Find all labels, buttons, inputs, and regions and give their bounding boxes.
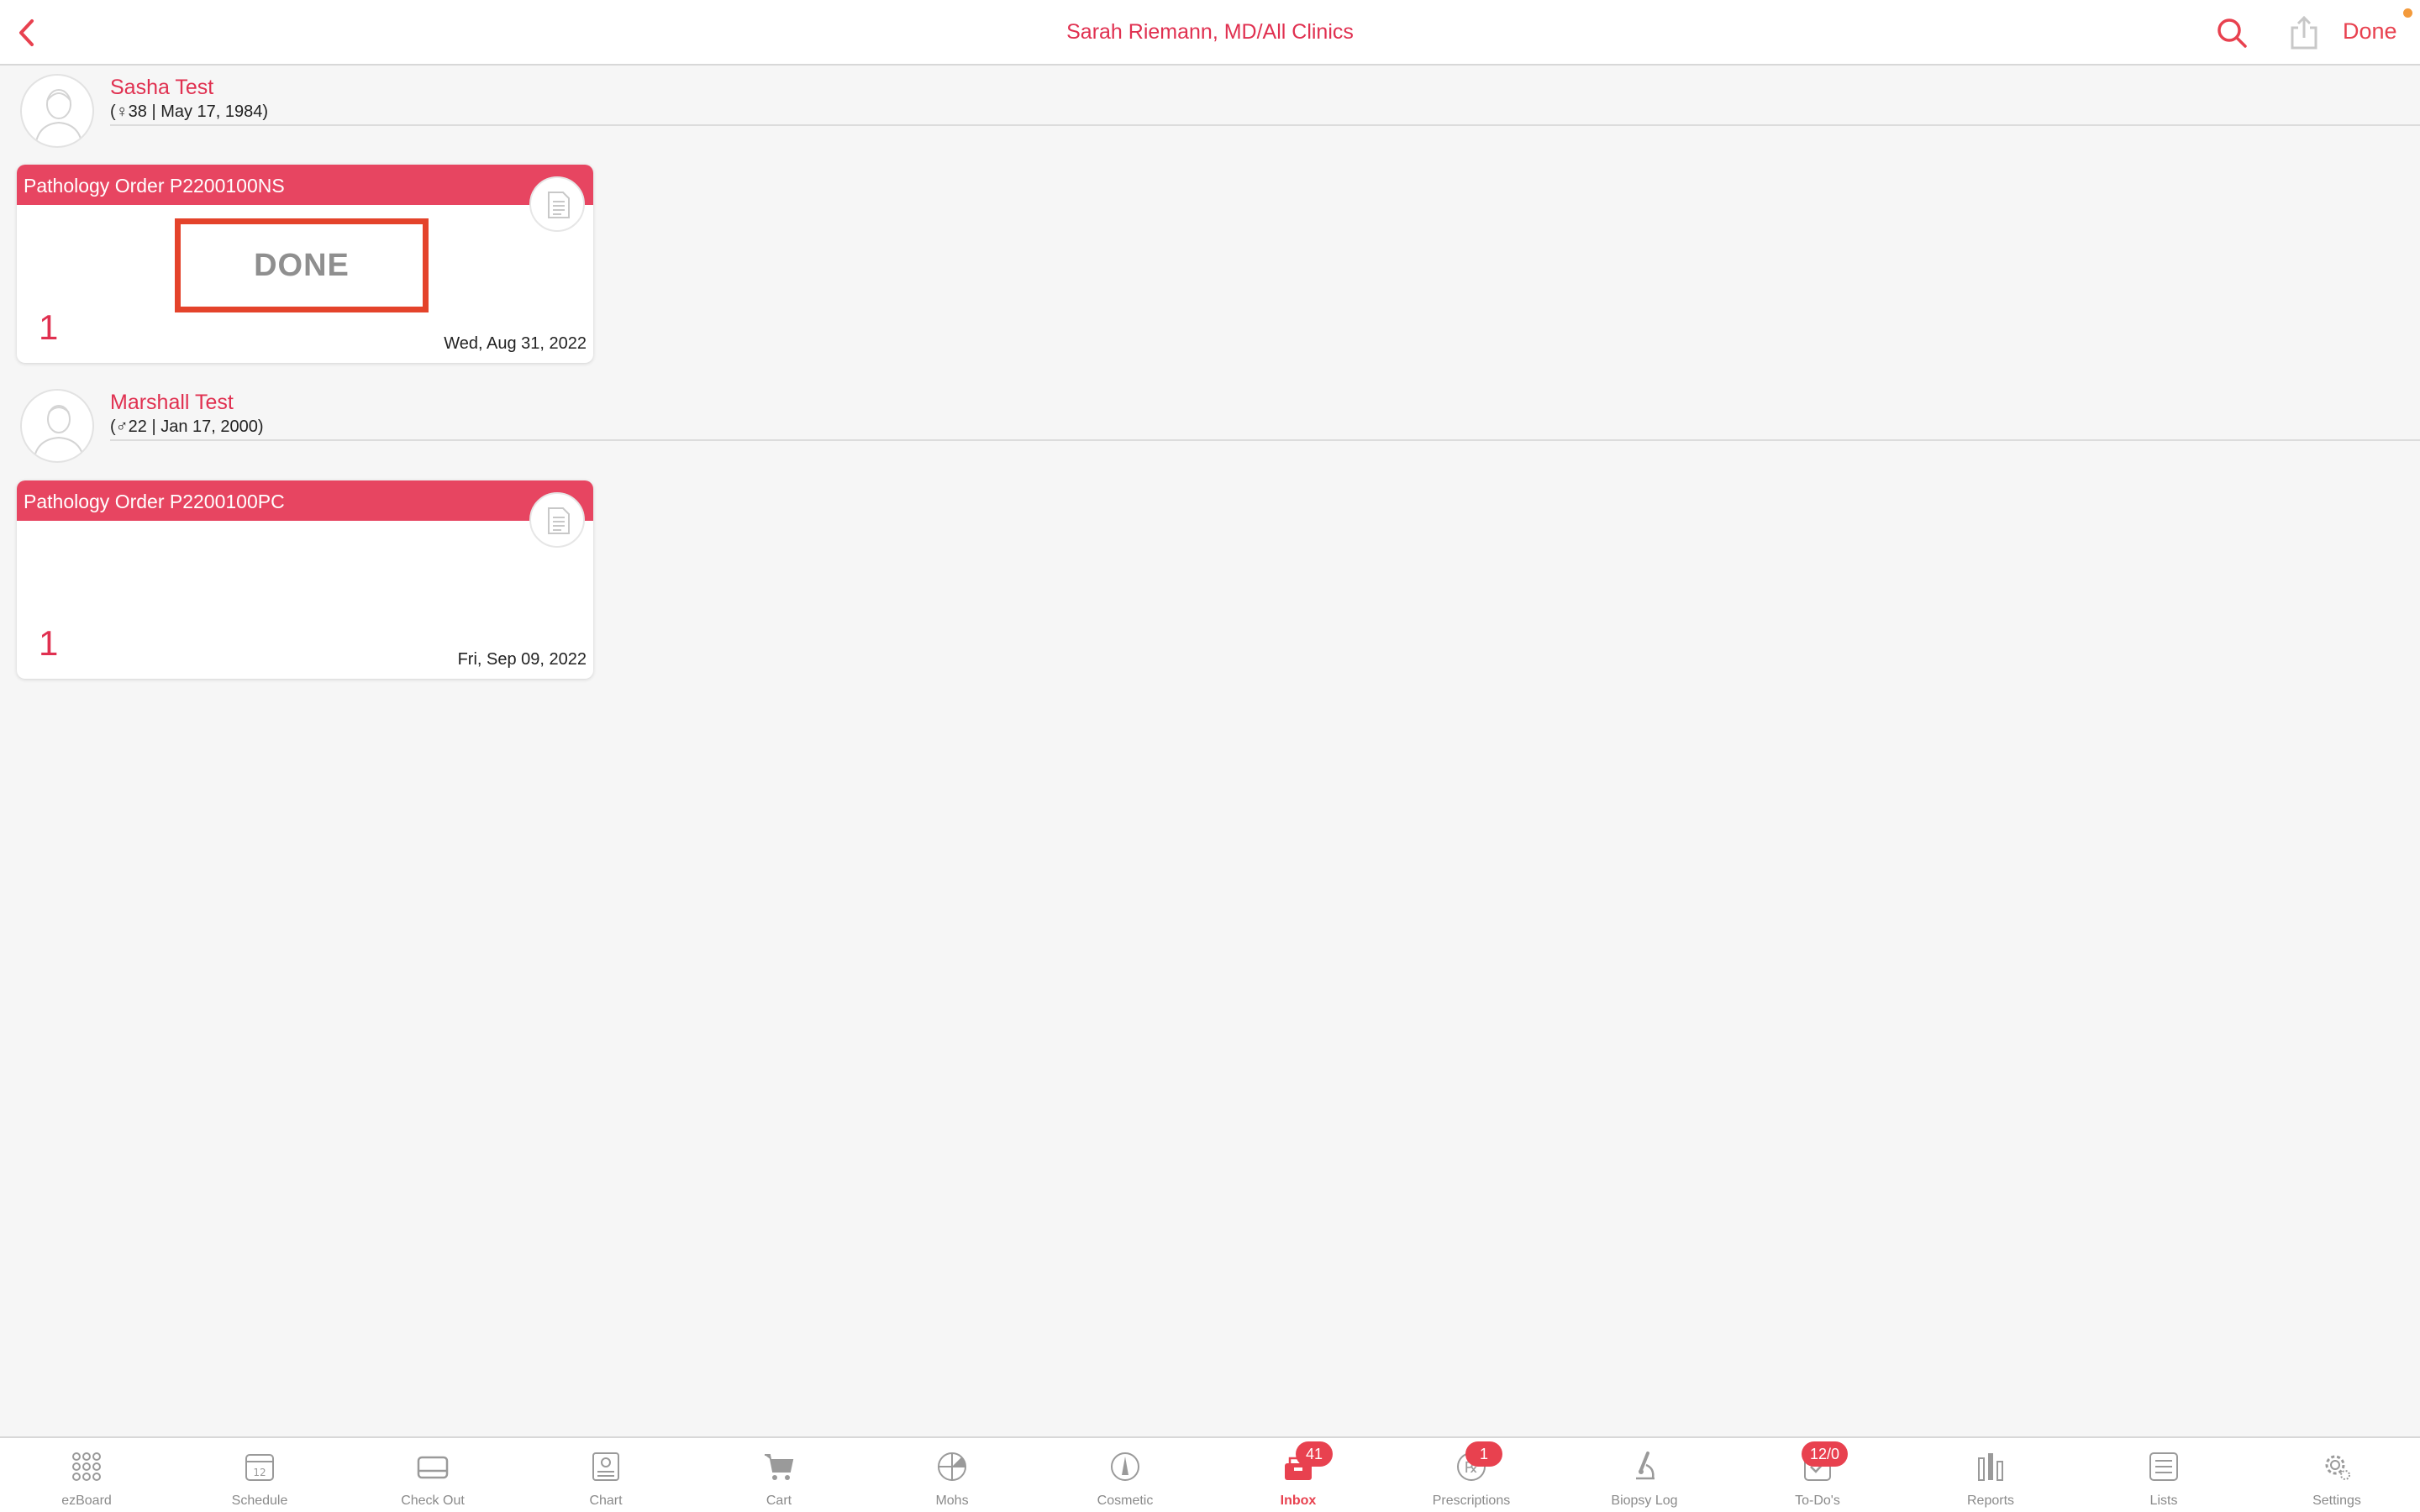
document-icon (548, 507, 570, 534)
tab-inbox[interactable]: 41 Inbox (1212, 1438, 1385, 1512)
microscope-icon (1636, 1452, 1655, 1480)
done-stamp: DONE (175, 218, 429, 312)
pathology-order-card[interactable]: Pathology Order P2200100NS DONE 1 Wed, A… (17, 165, 593, 363)
tab-label: Lists (2149, 1494, 2178, 1508)
bottom-tab-bar: ezBoard 12 Schedule Check Out Chart Cart (0, 1436, 2420, 1512)
card-icon (417, 1456, 449, 1479)
tab-label: Mohs (935, 1494, 969, 1508)
list-icon (2149, 1452, 2178, 1481)
tab-label: Chart (589, 1494, 623, 1508)
tab-label: Prescriptions (1432, 1494, 1511, 1508)
mohs-icon (938, 1452, 966, 1481)
share-icon (2291, 15, 2317, 50)
patient-header[interactable]: Sasha Test (♀38 | May 17, 1984) (0, 74, 2420, 158)
reports-icon (1978, 1453, 2003, 1481)
search-icon (2217, 18, 2247, 48)
avatar (20, 74, 94, 148)
order-count: 1 (39, 623, 59, 663)
tab-schedule[interactable]: 12 Schedule (173, 1438, 346, 1512)
tab-label: Settings (2312, 1494, 2361, 1508)
share-button[interactable] (2287, 14, 2321, 51)
cart-icon (765, 1454, 794, 1480)
notification-dot (2403, 8, 2412, 18)
tab-biopsy-log[interactable]: Biopsy Log (1558, 1438, 1731, 1512)
card-header: Pathology Order P2200100NS (17, 165, 593, 205)
tab-mohs[interactable]: Mohs (865, 1438, 1039, 1512)
svg-text:12: 12 (253, 1467, 266, 1478)
chart-icon (592, 1452, 619, 1481)
card-header: Pathology Order P2200100PC (17, 480, 593, 521)
inbox-badge: 41 (1296, 1441, 1333, 1467)
document-button[interactable] (529, 176, 585, 232)
patient-header[interactable]: Marshall Test (♂22 | Jan 17, 2000) (0, 389, 2420, 473)
tab-label: ezBoard (61, 1494, 112, 1508)
order-date: Wed, Aug 31, 2022 (444, 334, 587, 353)
divider (110, 439, 2420, 441)
tab-cart[interactable]: Cart (692, 1438, 865, 1512)
document-icon (548, 192, 570, 218)
top-nav-bar: Sarah Riemann, MD/All Clinics Done (0, 0, 2420, 66)
tab-label: Cart (765, 1494, 792, 1508)
order-title: Pathology Order P2200100PC (24, 491, 285, 512)
tab-ezboard[interactable]: ezBoard (0, 1438, 173, 1512)
tab-check-out[interactable]: Check Out (346, 1438, 519, 1512)
tab-label: Reports (1966, 1494, 2015, 1508)
gear-icon (2325, 1455, 2350, 1480)
order-count: 1 (39, 307, 59, 347)
todos-badge: 12/0 (1802, 1441, 1849, 1467)
tab-label: Check Out (401, 1494, 465, 1508)
male-avatar-icon (33, 405, 85, 461)
female-avatar-icon (34, 89, 83, 146)
tab-reports[interactable]: Reports (1904, 1438, 2077, 1512)
tab-settings[interactable]: Settings (2250, 1438, 2420, 1512)
nav-title: Sarah Riemann, MD/All Clinics (1066, 20, 1354, 44)
patient-info: (♀38 | May 17, 1984) (110, 102, 269, 121)
tab-chart[interactable]: Chart (519, 1438, 692, 1512)
search-button[interactable] (2215, 16, 2249, 50)
grid-icon (72, 1452, 101, 1481)
prescriptions-badge: 1 (1465, 1441, 1502, 1467)
tab-label: Inbox (1280, 1494, 1317, 1508)
tab-todos[interactable]: 12/0 To-Do's (1731, 1438, 1904, 1512)
tab-lists[interactable]: Lists (2077, 1438, 2250, 1512)
calendar-icon: 12 (245, 1454, 274, 1481)
patient-name[interactable]: Marshall Test (110, 391, 234, 415)
patient-info: (♂22 | Jan 17, 2000) (110, 417, 264, 436)
document-button[interactable] (529, 492, 585, 548)
avatar (20, 389, 94, 463)
patient-name[interactable]: Sasha Test (110, 76, 213, 100)
order-date: Fri, Sep 09, 2022 (457, 650, 587, 669)
order-title: Pathology Order P2200100NS (24, 175, 285, 197)
cosmetic-icon (1111, 1452, 1139, 1481)
tab-label: Cosmetic (1097, 1494, 1154, 1508)
tab-cosmetic[interactable]: Cosmetic (1039, 1438, 1212, 1512)
tab-label: Schedule (231, 1494, 288, 1508)
tab-prescriptions[interactable]: ℞ 1 Prescriptions (1385, 1438, 1558, 1512)
divider (110, 124, 2420, 126)
done-button[interactable]: Done (2343, 18, 2397, 45)
tab-label: Biopsy Log (1611, 1494, 1678, 1508)
tab-label: To-Do's (1795, 1494, 1840, 1508)
pathology-order-card[interactable]: Pathology Order P2200100PC 1 Fri, Sep 09… (17, 480, 593, 679)
